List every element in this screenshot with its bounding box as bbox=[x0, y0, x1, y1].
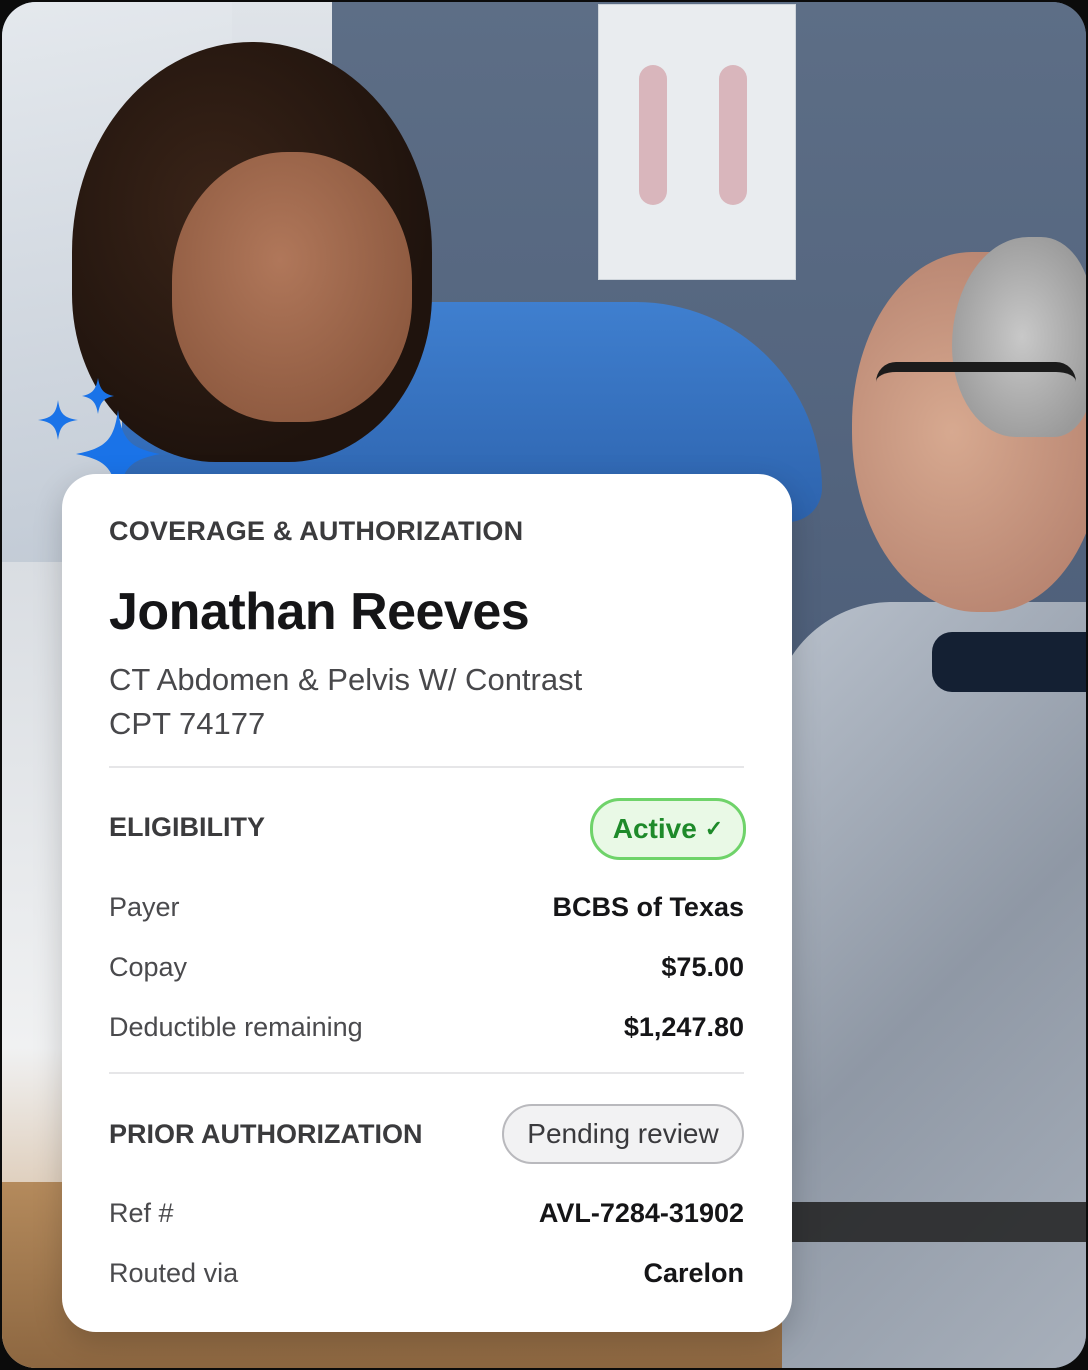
eligibility-row-deductible: Deductible remaining $1,247.80 bbox=[109, 1007, 744, 1047]
patient-collar bbox=[932, 632, 1086, 692]
divider bbox=[109, 1072, 744, 1074]
patient-name: Jonathan Reeves bbox=[109, 583, 530, 641]
nurse-face bbox=[172, 152, 412, 422]
eligibility-status-badge: Active ✓ bbox=[590, 798, 746, 860]
patient-glasses bbox=[876, 362, 1076, 422]
anatomy-poster bbox=[598, 4, 796, 280]
row-value: Carelon bbox=[643, 1257, 744, 1288]
check-icon: ✓ bbox=[704, 816, 724, 841]
divider bbox=[109, 766, 744, 768]
row-label: Ref # bbox=[109, 1197, 174, 1228]
procedure-cpt: CPT 74177 bbox=[109, 706, 266, 741]
row-value: $1,247.80 bbox=[623, 1011, 744, 1042]
prior-auth-row-routed: Routed via Carelon bbox=[109, 1253, 744, 1293]
row-label: Payer bbox=[109, 891, 180, 922]
eligibility-row-payer: Payer BCBS of Texas bbox=[109, 887, 744, 927]
row-label: Deductible remaining bbox=[109, 1011, 363, 1042]
prior-auth-status-badge: Pending review bbox=[502, 1104, 744, 1164]
coverage-card: COVERAGE & AUTHORIZATION Jonathan Reeves… bbox=[62, 474, 792, 1332]
patient-sweater bbox=[772, 602, 1086, 1368]
card-eyebrow: COVERAGE & AUTHORIZATION bbox=[109, 516, 524, 546]
eligibility-status-label: Active bbox=[612, 813, 697, 844]
prior-auth-row-ref: Ref # AVL-7284-31902 bbox=[109, 1193, 744, 1233]
row-value: $75.00 bbox=[661, 951, 744, 982]
hero-frame: COVERAGE & AUTHORIZATION Jonathan Reeves… bbox=[2, 2, 1086, 1368]
row-label: Routed via bbox=[109, 1257, 239, 1288]
wheelchair bbox=[792, 1202, 1086, 1242]
row-label: Copay bbox=[109, 951, 188, 982]
row-value: AVL-7284-31902 bbox=[538, 1197, 744, 1228]
prior-auth-heading: PRIOR AUTHORIZATION bbox=[109, 1119, 423, 1149]
eligibility-heading: ELIGIBILITY bbox=[109, 812, 266, 842]
procedure-block: CT Abdomen & Pelvis W/ Contrast CPT 7417… bbox=[109, 658, 582, 746]
procedure-name: CT Abdomen & Pelvis W/ Contrast bbox=[109, 662, 583, 697]
row-value: BCBS of Texas bbox=[552, 891, 744, 922]
eligibility-row-copay: Copay $75.00 bbox=[109, 947, 744, 987]
